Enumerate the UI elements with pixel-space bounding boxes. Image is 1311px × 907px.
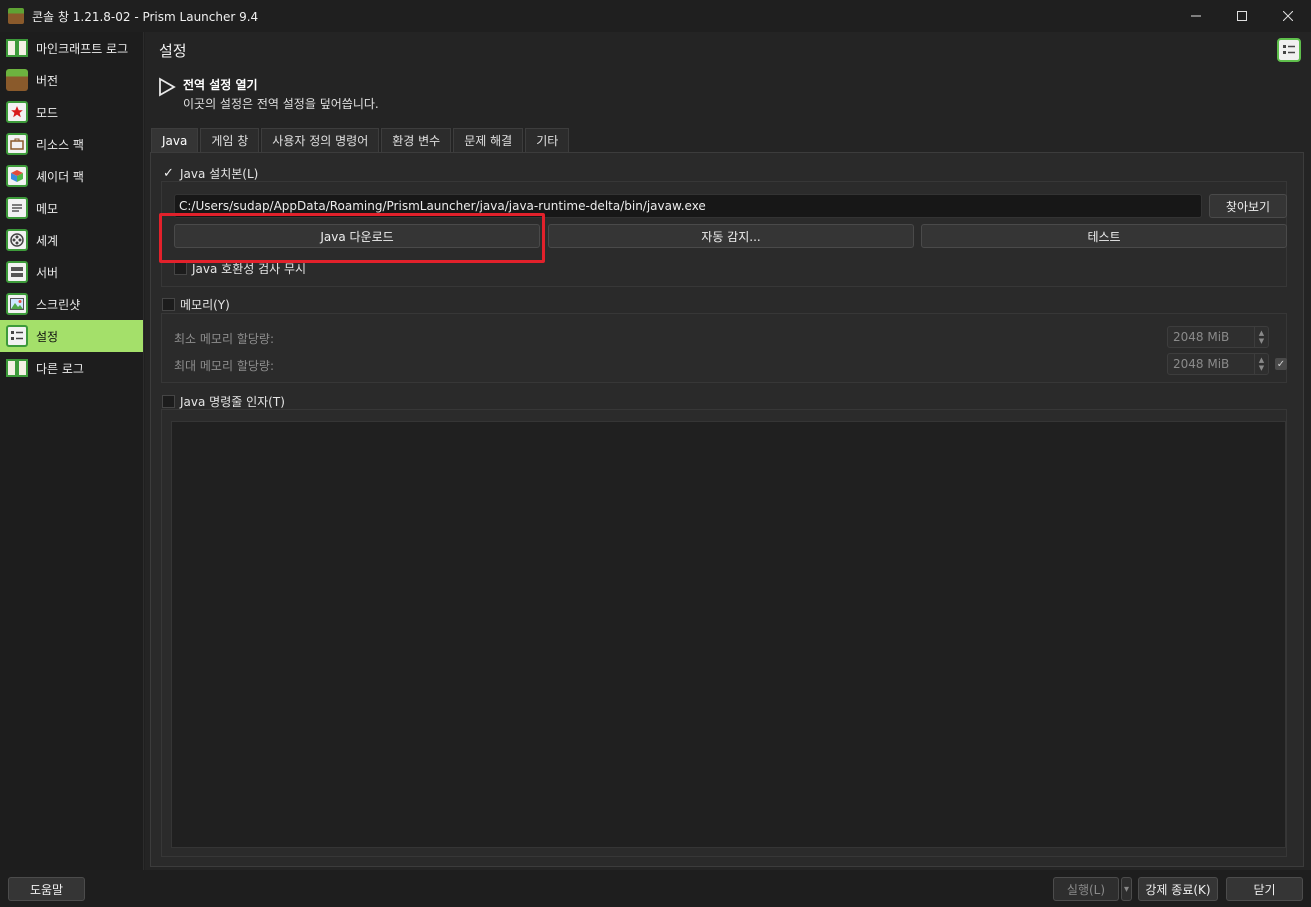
book-icon [6, 37, 28, 59]
max-memory-label: 최대 메모리 할당량: [174, 359, 274, 373]
min-memory-spinbox[interactable]: 2048 MiB ▲ ▼ [1167, 326, 1269, 348]
help-button[interactable]: 도움말 [8, 877, 85, 901]
checkbox-box [162, 395, 175, 408]
min-memory-value: 2048 MiB [1173, 330, 1230, 344]
sidebar-item-servers[interactable]: 서버 [0, 256, 143, 288]
run-button[interactable]: 실행(L) [1053, 877, 1119, 901]
java-install-checkbox[interactable]: ✓ Java 설치본(L) [162, 165, 258, 182]
title-bar: 콘솔 창 1.21.8-02 - Prism Launcher 9.4 [0, 0, 1311, 32]
sidebar-item-label: 세계 [36, 233, 59, 248]
max-memory-check-icon[interactable]: ✓ [1275, 358, 1287, 370]
spin-arrows-icon[interactable]: ▲ ▼ [1254, 354, 1268, 374]
sidebar-item-label: 마인크래프트 로그 [36, 41, 129, 56]
max-memory-value: 2048 MiB [1173, 357, 1230, 371]
settings-list-icon [6, 325, 28, 347]
close-window-button[interactable] [1265, 0, 1311, 32]
check-icon: ✓ [163, 166, 174, 181]
tab-game-window[interactable]: 게임 창 [200, 128, 260, 152]
java-install-label: Java 설치본(L) [180, 167, 259, 181]
sidebar-item-screenshots[interactable]: 스크린샷 [0, 288, 143, 320]
java-path-input[interactable]: C:/Users/sudap/AppData/Roaming/PrismLaun… [174, 194, 1202, 218]
download-java-button[interactable]: Java 다운로드 [174, 224, 540, 248]
sidebar-item-resource-packs[interactable]: 리소스 팩 [0, 128, 143, 160]
checkbox-box [174, 262, 187, 275]
sidebar-item-label: 버전 [36, 73, 59, 88]
spin-arrows-icon[interactable]: ▲ ▼ [1254, 327, 1268, 347]
memory-group: 최소 메모리 할당량: 2048 MiB ▲ ▼ 최대 메모리 할당량: 2048… [161, 313, 1287, 383]
java-args-checkbox[interactable]: Java 명령줄 인자(T) [162, 393, 285, 410]
sidebar-item-minecraft-log[interactable]: 마인크래프트 로그 [0, 32, 143, 64]
close-icon [1283, 11, 1293, 21]
java-args-textarea[interactable] [171, 421, 1286, 848]
settings-list-icon [1277, 38, 1301, 62]
sidebar: 마인크래프트 로그 버전 모드 리소스 팩 셰이더 팩 메모 세계 서버 스크린… [0, 32, 144, 870]
maximize-button[interactable] [1219, 0, 1265, 32]
server-icon [6, 261, 28, 283]
test-button[interactable]: 테스트 [921, 224, 1287, 248]
checkbox-box [162, 298, 175, 311]
memory-label: 메모리(Y) [180, 298, 230, 312]
notes-icon [6, 197, 28, 219]
close-button[interactable]: 닫기 [1226, 877, 1303, 901]
play-arrow-icon [159, 77, 176, 97]
global-settings-title: 전역 설정 열기 [183, 78, 258, 92]
sidebar-item-label: 서버 [36, 265, 59, 280]
star-icon [6, 101, 28, 123]
kill-button[interactable]: 강제 종료(K) [1138, 877, 1218, 901]
sidebar-item-label: 스크린샷 [36, 297, 81, 312]
tab-environment-variables[interactable]: 환경 변수 [381, 128, 452, 152]
max-memory-spinbox[interactable]: 2048 MiB ▲ ▼ [1167, 353, 1269, 375]
java-tab-panel: ✓ Java 설치본(L) C:/Users/sudap/AppData/Roa… [150, 152, 1304, 867]
page-title: 설정 [159, 42, 187, 60]
tab-java[interactable]: Java [151, 128, 199, 152]
briefcase-icon [6, 133, 28, 155]
global-settings-description: 이곳의 설정은 전역 설정을 덮어씁니다. [183, 97, 379, 111]
sidebar-item-settings[interactable]: 설정 [0, 320, 143, 352]
ignore-compat-checkbox[interactable]: Java 호환성 검사 무시 [174, 260, 306, 277]
app-icon [8, 8, 24, 24]
main-panel: 설정 전역 설정 열기 이곳의 설정은 전역 설정을 덮어씁니다. Java 게… [145, 32, 1311, 870]
sidebar-item-other-logs[interactable]: 다른 로그 [0, 352, 143, 384]
minimize-icon [1191, 15, 1201, 17]
book-icon [6, 357, 28, 379]
browse-button[interactable]: 찾아보기 [1209, 194, 1287, 218]
film-reel-icon [6, 229, 28, 251]
bottom-bar: 도움말 실행(L) ▾ 강제 종료(K) 닫기 [0, 870, 1311, 907]
sidebar-item-label: 메모 [36, 201, 59, 216]
min-memory-label: 최소 메모리 할당량: [174, 332, 274, 346]
picture-icon [6, 293, 28, 315]
tab-misc[interactable]: 기타 [525, 128, 570, 152]
sidebar-item-notes[interactable]: 메모 [0, 192, 143, 224]
minimize-button[interactable] [1173, 0, 1219, 32]
sidebar-item-label: 셰이더 팩 [36, 169, 84, 184]
sidebar-item-label: 다른 로그 [36, 361, 84, 376]
sidebar-item-version[interactable]: 버전 [0, 64, 143, 96]
sidebar-item-mods[interactable]: 모드 [0, 96, 143, 128]
settings-tabs: Java 게임 창 사용자 정의 명령어 환경 변수 문제 해결 기타 [151, 128, 571, 152]
sidebar-item-label: 리소스 팩 [36, 137, 84, 152]
java-install-group: C:/Users/sudap/AppData/Roaming/PrismLaun… [161, 181, 1287, 287]
grass-block-icon [6, 69, 28, 91]
java-args-label: Java 명령줄 인자(T) [180, 395, 285, 409]
sidebar-item-label: 설정 [36, 329, 59, 344]
tab-custom-commands[interactable]: 사용자 정의 명령어 [261, 128, 380, 152]
java-path-value: C:/Users/sudap/AppData/Roaming/PrismLaun… [179, 199, 706, 213]
maximize-icon [1237, 11, 1247, 21]
ignore-compat-label: Java 호환성 검사 무시 [192, 262, 307, 276]
sidebar-item-worlds[interactable]: 세계 [0, 224, 143, 256]
tab-troubleshooting[interactable]: 문제 해결 [453, 128, 524, 152]
cube-icon [6, 165, 28, 187]
sidebar-item-label: 모드 [36, 105, 59, 120]
window-controls [1173, 0, 1311, 32]
window-title: 콘솔 창 1.21.8-02 - Prism Launcher 9.4 [32, 9, 259, 24]
open-global-settings-link[interactable]: 전역 설정 열기 이곳의 설정은 전역 설정을 덮어씁니다. [157, 76, 379, 112]
run-dropdown-chevron-icon[interactable]: ▾ [1121, 877, 1132, 901]
sidebar-item-shader-packs[interactable]: 셰이더 팩 [0, 160, 143, 192]
memory-checkbox[interactable]: 메모리(Y) [162, 296, 230, 313]
autodetect-button[interactable]: 자동 감지... [548, 224, 914, 248]
